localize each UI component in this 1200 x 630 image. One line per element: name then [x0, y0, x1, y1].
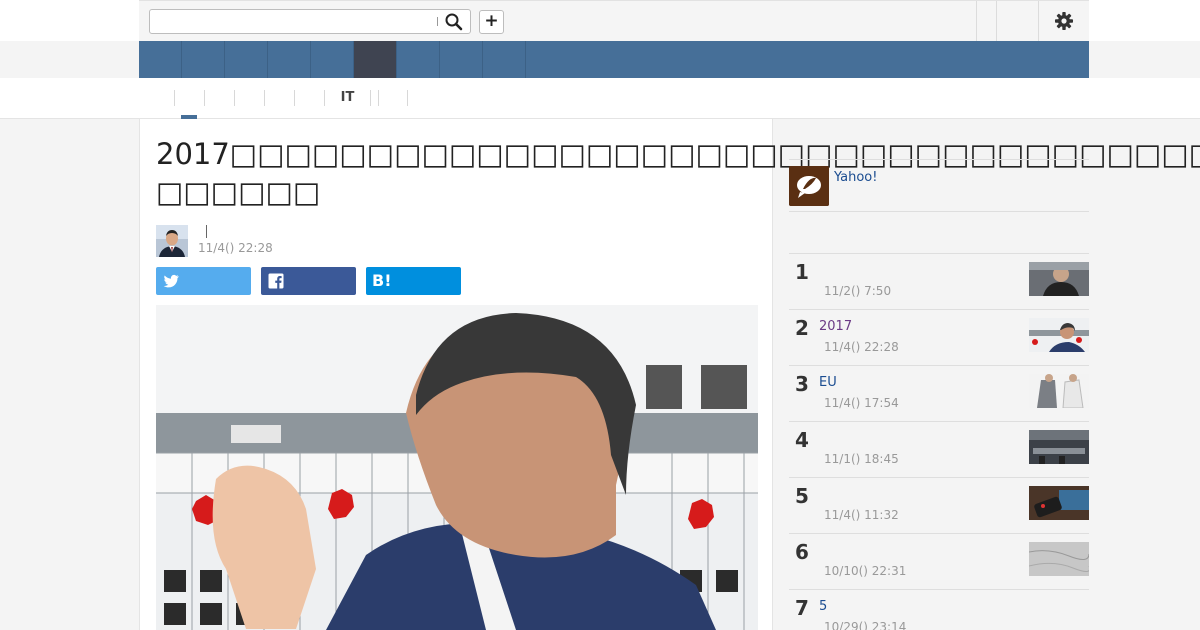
- promo-link[interactable]: Yahoo!: [834, 170, 877, 185]
- sub-nav-item-it[interactable]: IT: [324, 90, 370, 106]
- ranking-item[interactable]: 5 11/4() 11:32: [789, 477, 1089, 533]
- rank-date: 11/4() 22:28: [824, 340, 899, 354]
- twitter-share-button[interactable]: [156, 267, 251, 295]
- author-avatar[interactable]: [156, 225, 188, 257]
- nav-item[interactable]: [311, 41, 354, 78]
- nav-item[interactable]: [397, 41, 440, 78]
- rank-thumbnail[interactable]: [1029, 318, 1089, 352]
- rank-date: 11/2() 7:50: [824, 284, 892, 298]
- hatena-bookmark-icon: B!: [372, 271, 392, 290]
- search-icon: [445, 13, 463, 31]
- add-button[interactable]: +: [479, 10, 504, 34]
- rank-title[interactable]: 2017: [819, 319, 852, 334]
- search-box: [149, 9, 471, 34]
- sub-nav-item[interactable]: [264, 90, 294, 106]
- search-button[interactable]: [444, 12, 464, 32]
- rank-date: 11/4() 17:54: [824, 396, 899, 410]
- sub-nav-item[interactable]: [294, 90, 324, 106]
- rank-number: 6: [795, 540, 809, 564]
- rank-title[interactable]: 5: [819, 599, 827, 614]
- rank-date: 11/1() 18:45: [824, 452, 899, 466]
- rank-date: 10/10() 22:31: [824, 564, 907, 578]
- rank-thumbnail[interactable]: [1029, 486, 1089, 520]
- sidebar: Yahoo! 1 11/2() 7:50 2 2017 11/4() 22:28…: [789, 119, 1089, 630]
- nav-item[interactable]: [182, 41, 225, 78]
- article-title-line2: □□□□□□: [156, 175, 321, 209]
- rank-number: 7: [795, 596, 809, 620]
- nav-item-active[interactable]: [354, 41, 397, 78]
- rank-number: 3: [795, 372, 809, 396]
- rank-number: 1: [795, 260, 809, 284]
- rank-thumbnail[interactable]: [1029, 374, 1089, 408]
- sub-nav-item[interactable]: [234, 90, 264, 106]
- ranking-item[interactable]: 3 EU 11/4() 17:54: [789, 365, 1089, 421]
- rank-date: 10/29() 23:14: [824, 620, 907, 630]
- hatena-bookmark-button[interactable]: B!: [366, 267, 461, 295]
- sub-nav: IT: [0, 78, 1200, 119]
- sidebar-promo[interactable]: Yahoo!: [789, 159, 1089, 212]
- sub-nav-item-active[interactable]: [174, 90, 204, 106]
- article: 2017□□□□□□□□□□□□□□□□□□□□□□□□□□□□□□□□□□□□…: [139, 119, 1200, 630]
- sub-nav-item[interactable]: [378, 90, 408, 106]
- rank-number: 5: [795, 484, 809, 508]
- top-bar: +: [0, 0, 1200, 41]
- ranking-item[interactable]: 6 10/10() 22:31: [789, 533, 1089, 589]
- twitter-icon: [163, 274, 179, 288]
- nav-item[interactable]: [268, 41, 311, 78]
- settings-button[interactable]: [1054, 11, 1074, 31]
- nav-item[interactable]: [139, 41, 182, 78]
- rank-title[interactable]: EU: [819, 375, 837, 390]
- gear-icon: [1055, 12, 1073, 30]
- quill-speech-icon: [789, 166, 829, 206]
- rank-thumbnail[interactable]: [1029, 542, 1089, 576]
- ranking-item[interactable]: 7 5 10/29() 23:14: [789, 589, 1089, 630]
- article-photo[interactable]: [156, 305, 758, 630]
- topbar-divider: [1038, 1, 1039, 41]
- author-separator: [206, 225, 207, 238]
- ranking-item[interactable]: 1 11/2() 7:50: [789, 253, 1089, 309]
- rank-number: 4: [795, 428, 809, 452]
- ranking-item[interactable]: 2 2017 11/4() 22:28: [789, 309, 1089, 365]
- topbar-divider: [976, 1, 977, 41]
- search-input[interactable]: [150, 10, 436, 33]
- main-nav: [139, 41, 1089, 78]
- topbar-divider: [996, 1, 997, 41]
- nav-item[interactable]: [225, 41, 268, 78]
- author-photo: [156, 225, 188, 257]
- article-photo-image: [156, 305, 758, 630]
- sub-nav-item[interactable]: [370, 90, 378, 106]
- nav-item[interactable]: [483, 41, 526, 78]
- nav-item[interactable]: [440, 41, 483, 78]
- rank-thumbnail[interactable]: [1029, 262, 1089, 296]
- top-bar-inner: +: [139, 0, 1089, 41]
- sub-nav-divider: [407, 90, 408, 106]
- facebook-icon: [268, 273, 284, 289]
- rank-thumbnail[interactable]: [1029, 430, 1089, 464]
- rank-number: 2: [795, 316, 809, 340]
- facebook-share-button[interactable]: [261, 267, 356, 295]
- article-date: 11/4() 22:28: [198, 241, 273, 255]
- search-separator: [437, 17, 438, 26]
- article-title[interactable]: 2017□□□□□□□□□□□□□□□□□□□□□□□□□□□□□□□□□□□□…: [156, 135, 1200, 211]
- ranking-item[interactable]: 4 11/1() 18:45: [789, 421, 1089, 477]
- rank-date: 11/4() 11:32: [824, 508, 899, 522]
- promo-icon-graphic: [789, 166, 829, 206]
- sub-nav-item[interactable]: [204, 90, 234, 106]
